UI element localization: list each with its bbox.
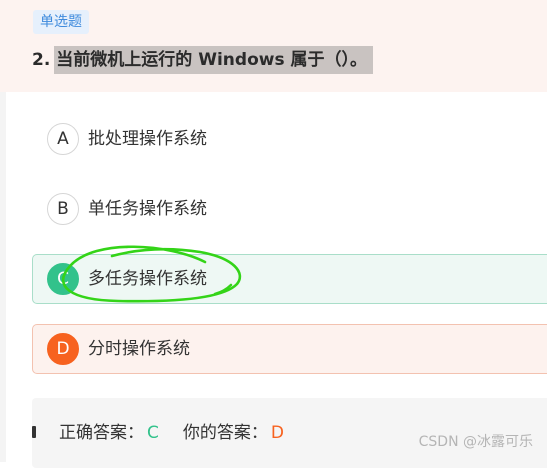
option-c[interactable]: C 多任务操作系统 [32, 254, 547, 304]
question-text: 当前微机上运行的 Windows 属于（）。 [54, 46, 373, 74]
left-gutter [0, 92, 6, 462]
option-b[interactable]: B 单任务操作系统 [32, 184, 547, 234]
option-d[interactable]: D 分时操作系统 [32, 324, 547, 374]
option-d-text: 分时操作系统 [88, 339, 190, 359]
question-header: 单选题 2. 当前微机上运行的 Windows 属于（）。 [0, 0, 547, 92]
csdn-watermark: CSDN @冰露可乐 [418, 434, 533, 450]
answer-row: 正确答案： C 你的答案： D [59, 420, 284, 446]
question-title: 2. 当前微机上运行的 Windows 属于（）。 [32, 44, 373, 76]
correct-answer-label: 正确答案： [59, 423, 144, 443]
correct-answer-value: C [147, 423, 159, 443]
question-type-badge: 单选题 [33, 10, 89, 34]
option-d-letter: D [47, 333, 79, 365]
option-b-letter: B [47, 193, 79, 225]
option-a-letter: A [47, 123, 79, 155]
option-b-text: 单任务操作系统 [88, 199, 207, 219]
your-answer-label: 你的答案： [182, 423, 268, 443]
option-c-text: 多任务操作系统 [88, 269, 207, 289]
option-c-letter: C [47, 263, 79, 295]
your-answer-value: D [270, 423, 284, 443]
option-a[interactable]: A 批处理操作系统 [32, 114, 547, 164]
answer-bullet [32, 426, 36, 438]
question-number: 2. [32, 50, 51, 70]
option-a-text: 批处理操作系统 [88, 129, 207, 149]
